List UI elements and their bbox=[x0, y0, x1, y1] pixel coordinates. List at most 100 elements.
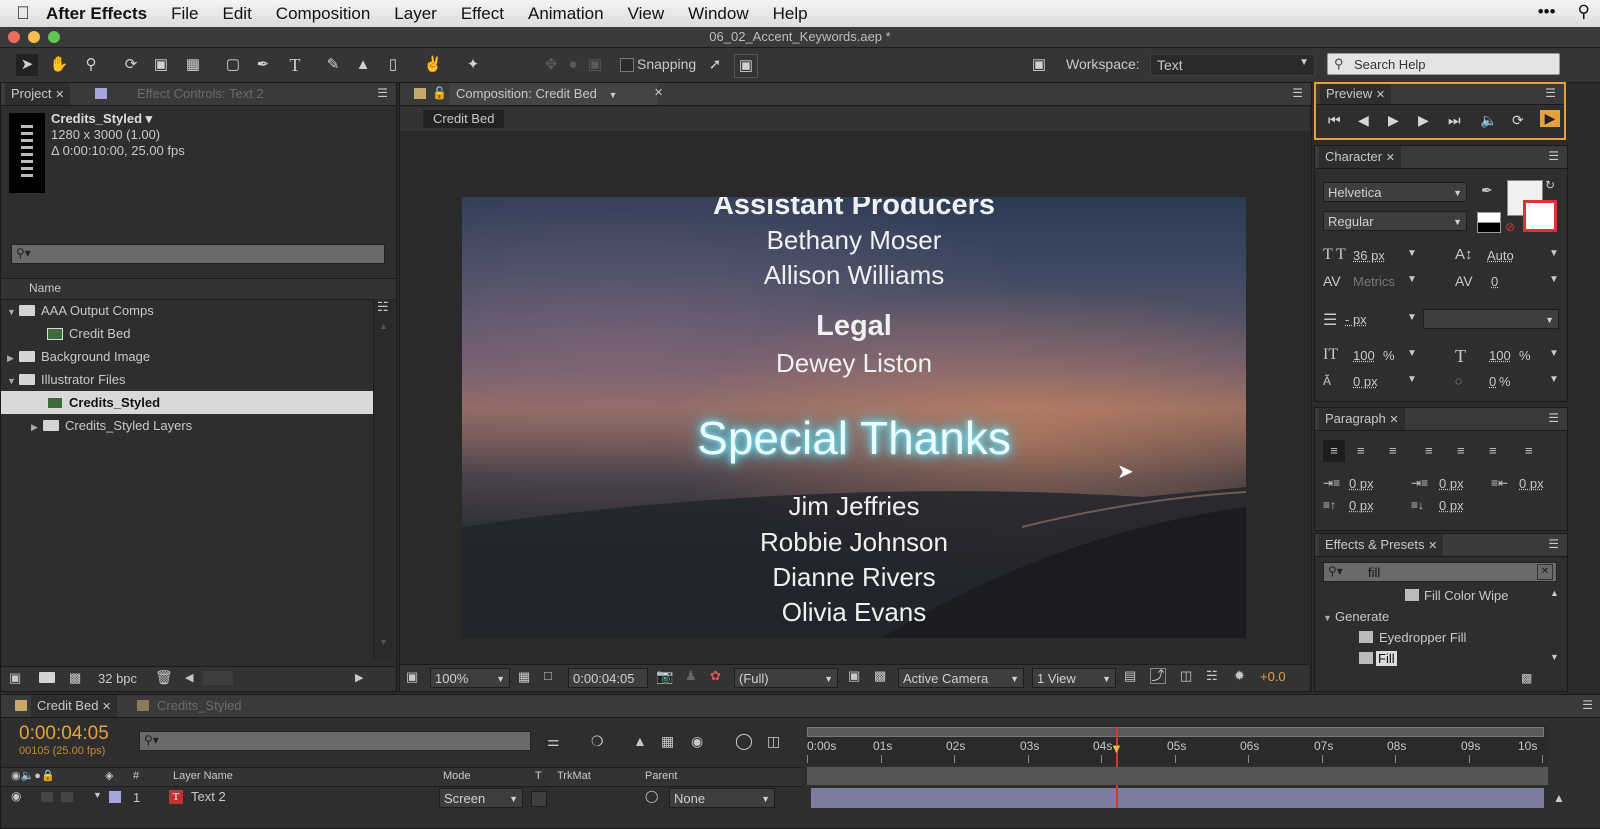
chevron-down-icon[interactable]: ▼ bbox=[1549, 274, 1559, 285]
zoom-tool-icon[interactable]: ⚲ bbox=[80, 54, 102, 76]
no-color-icon[interactable]: ⊘ bbox=[1505, 220, 1515, 234]
project-scrollbar[interactable]: ☵ ▲ ▼ bbox=[373, 299, 394, 659]
zoom-window-button[interactable] bbox=[48, 31, 60, 43]
show-snapshot-icon[interactable]: ♟ bbox=[685, 668, 697, 684]
list-item[interactable]: Fill Color Wipe bbox=[1405, 584, 1509, 607]
chevron-down-icon[interactable]: ▼ bbox=[1407, 374, 1417, 385]
timeline-search-input[interactable]: ⚲▾ bbox=[139, 731, 531, 751]
clone-stamp-tool-icon[interactable]: ▲ bbox=[352, 54, 374, 76]
swap-colors-icon[interactable]: ↻ bbox=[1545, 178, 1555, 192]
snap-target-icon[interactable]: ▣ bbox=[734, 54, 758, 78]
view-layout-dropdown[interactable]: 1 View ▼ bbox=[1032, 668, 1116, 688]
list-item[interactable]: ▼ Illustrator Files bbox=[7, 368, 126, 391]
next-frame-icon[interactable]: ▶ bbox=[1418, 112, 1432, 129]
flowchart-icon[interactable]: ☵ bbox=[377, 299, 389, 315]
menu-animation[interactable]: Animation bbox=[528, 4, 604, 24]
chevron-down-icon[interactable]: ▼ bbox=[1407, 274, 1417, 285]
new-preset-icon[interactable]: ▩ bbox=[1521, 671, 1532, 685]
time-ruler[interactable]: 0:00s 01s 02s 03s 04s 05s 06s 07s 08s 09s 10s ▼ bbox=[807, 725, 1548, 797]
expanded-triangle-icon[interactable]: ▼ bbox=[93, 790, 102, 800]
current-time-display[interactable]: 0:00:04:05 bbox=[19, 723, 109, 745]
menu-help[interactable]: Help bbox=[773, 4, 808, 24]
scroll-left-icon[interactable]: ◀ bbox=[185, 671, 193, 684]
rotate-tool-icon[interactable]: ⟳ bbox=[120, 54, 142, 76]
menu-file[interactable]: File bbox=[171, 4, 198, 24]
panel-menu-icon[interactable]: ☰ bbox=[1545, 86, 1556, 100]
project-search-input[interactable]: ⚲▾ bbox=[11, 244, 385, 264]
camera-tool-icon[interactable]: ▣ bbox=[150, 54, 172, 76]
audio-icon[interactable]: 🔈 bbox=[1480, 112, 1497, 129]
eyedropper-icon[interactable]: ✒ bbox=[1481, 182, 1493, 199]
frame-blending-icon[interactable]: ▦ bbox=[661, 733, 674, 750]
black-swatch[interactable] bbox=[1477, 222, 1501, 233]
clear-search-icon[interactable]: ✕ bbox=[1537, 564, 1553, 580]
interpret-footage-icon[interactable]: ▣ bbox=[9, 670, 21, 686]
flowchart-icon[interactable]: ☵ bbox=[1206, 668, 1218, 684]
brush-tool-icon[interactable]: ✎ bbox=[322, 54, 344, 76]
chevron-down-icon[interactable]: ▼ bbox=[1407, 348, 1417, 359]
horizontal-scale-value[interactable]: 100 bbox=[1489, 348, 1511, 363]
layer-name[interactable]: Text 2 bbox=[191, 789, 226, 804]
align-center-icon[interactable]: ≡ bbox=[1357, 440, 1365, 462]
brainstorm-icon[interactable]: ◯ bbox=[735, 731, 753, 751]
exposure-value[interactable]: +0.0 bbox=[1260, 669, 1286, 684]
more-icon[interactable]: ••• bbox=[1538, 2, 1556, 22]
new-folder-icon[interactable] bbox=[39, 670, 55, 685]
scroll-up-icon[interactable]: ▲ bbox=[379, 321, 388, 331]
transparency-grid-icon[interactable]: ▩ bbox=[874, 668, 886, 684]
channel-icon[interactable]: ✿ bbox=[710, 668, 721, 684]
panel-menu-icon[interactable]: ☰ bbox=[1292, 86, 1303, 100]
layer-duration-bar[interactable] bbox=[811, 788, 1544, 808]
menu-window[interactable]: Window bbox=[688, 4, 748, 24]
horizontal-scroll-thumb[interactable] bbox=[203, 671, 233, 685]
chevron-down-icon[interactable]: ▼ bbox=[1549, 374, 1559, 385]
list-item[interactable]: ▼ Generate bbox=[1323, 605, 1389, 628]
list-item-selected[interactable]: Fill bbox=[1359, 647, 1397, 670]
menu-edit[interactable]: Edit bbox=[223, 4, 252, 24]
visibility-eye-icon[interactable]: ◉ bbox=[11, 789, 21, 803]
tab-timeline-credit-bed[interactable]: Credit Bed ✕ bbox=[31, 695, 118, 717]
scroll-down-icon[interactable]: ▼ bbox=[379, 637, 388, 647]
justify-right-icon[interactable]: ≡ bbox=[1489, 440, 1497, 462]
new-composition-icon[interactable]: ▩ bbox=[69, 670, 81, 686]
search-help-input[interactable]: ⚲ Search Help bbox=[1327, 53, 1560, 75]
indent-left-value[interactable]: 0 px bbox=[1349, 476, 1374, 491]
exposure-reset-icon[interactable]: ✹ bbox=[1234, 668, 1245, 684]
workspace-dropdown[interactable]: Text ▼ bbox=[1150, 54, 1315, 76]
camera-dropdown[interactable]: Active Camera ▼ bbox=[898, 668, 1024, 688]
column-name[interactable]: Name bbox=[29, 281, 61, 295]
breadcrumb[interactable]: Credit Bed bbox=[423, 110, 505, 128]
font-size-value[interactable]: 36 px bbox=[1353, 248, 1385, 263]
tsume-value[interactable]: 0 bbox=[1489, 374, 1496, 389]
justify-left-icon[interactable]: ≡ bbox=[1425, 440, 1433, 462]
lock-toggle[interactable] bbox=[61, 792, 73, 802]
expanded-triangle-icon[interactable]: ▼ bbox=[1323, 607, 1335, 630]
expanded-triangle-icon[interactable]: ▼ bbox=[7, 370, 19, 393]
fast-previews-icon[interactable]: ▣ bbox=[848, 668, 860, 684]
preserve-transparency-toggle[interactable] bbox=[531, 791, 547, 807]
leading-value[interactable]: Auto bbox=[1487, 248, 1514, 263]
timeline-icon[interactable]: ◫ bbox=[1180, 668, 1192, 684]
loop-icon[interactable]: ⟳ bbox=[1512, 112, 1524, 129]
chevron-down-icon[interactable]: ▼ bbox=[1407, 312, 1417, 323]
zoom-out-icon[interactable]: ▲ bbox=[1553, 791, 1565, 805]
menu-layer[interactable]: Layer bbox=[394, 4, 437, 24]
space-after-value[interactable]: 0 px bbox=[1439, 498, 1464, 513]
font-style-dropdown[interactable]: Regular ▼ bbox=[1323, 211, 1467, 231]
shy-layers-icon[interactable]: ▲ bbox=[633, 733, 647, 749]
panel-menu-icon[interactable]: ☰ bbox=[1548, 411, 1559, 425]
toggle-pixel-aspect-icon[interactable]: ▤ bbox=[1124, 668, 1136, 684]
effects-scrollbar[interactable]: ▲ ▼ bbox=[1547, 588, 1563, 666]
expanded-triangle-icon[interactable]: ▼ bbox=[7, 301, 19, 324]
trash-icon[interactable]: 🗑 bbox=[155, 669, 173, 686]
puppet-pin-tool-icon[interactable]: ✦ bbox=[462, 54, 484, 76]
pickwhip-icon[interactable]: ◯ bbox=[645, 789, 658, 803]
roto-brush-tool-icon[interactable]: ✌ bbox=[422, 54, 444, 76]
stroke-width-value[interactable]: - px bbox=[1345, 312, 1367, 327]
list-item[interactable]: ▼ AAA Output Comps bbox=[7, 299, 154, 322]
stroke-style-dropdown[interactable]: ▼ bbox=[1423, 309, 1559, 329]
scroll-up-icon[interactable]: ▲ bbox=[1550, 588, 1559, 598]
lock-icon[interactable]: 🔓 bbox=[432, 86, 447, 100]
align-right-icon[interactable]: ≡ bbox=[1389, 440, 1397, 462]
list-item[interactable]: Eyedropper Fill bbox=[1359, 626, 1466, 649]
